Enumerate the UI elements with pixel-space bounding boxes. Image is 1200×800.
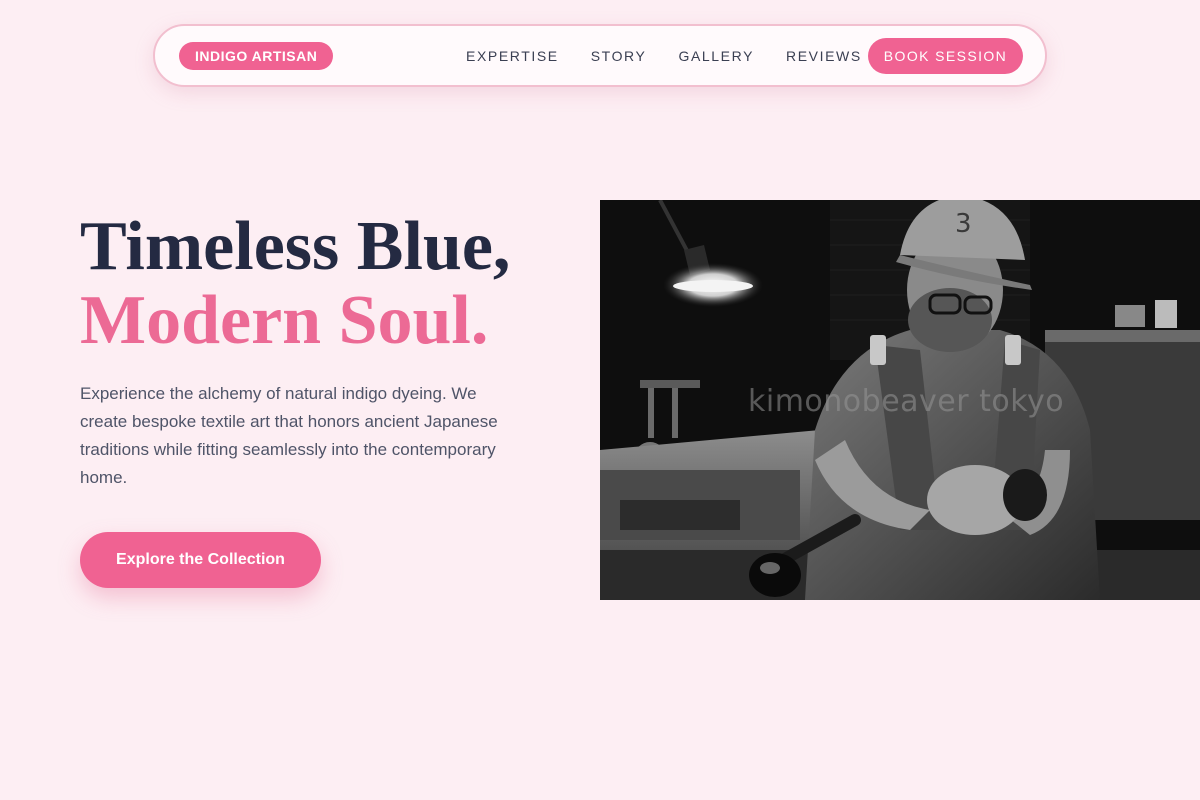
- image-watermark: kimonobeaver tokyo: [748, 384, 1065, 419]
- hero-image-artisan: 3 kimonobeaver tokyo: [600, 200, 1200, 600]
- nav-link-reviews[interactable]: REVIEWS: [786, 48, 862, 64]
- headline-line-2: Modern Soul.: [80, 282, 489, 359]
- top-navigation: INDIGO ARTISAN EXPERTISE STORY GALLERY R…: [153, 24, 1047, 87]
- book-session-button[interactable]: BOOK SESSION: [868, 38, 1023, 74]
- headline-line-1: Timeless Blue,: [80, 208, 511, 285]
- nav-links: EXPERTISE STORY GALLERY REVIEWS: [466, 26, 894, 85]
- explore-collection-button[interactable]: Explore the Collection: [80, 532, 321, 588]
- nav-link-story[interactable]: STORY: [591, 48, 647, 64]
- nav-link-gallery[interactable]: GALLERY: [678, 48, 754, 64]
- nav-link-expertise[interactable]: EXPERTISE: [466, 48, 559, 64]
- brand-logo[interactable]: INDIGO ARTISAN: [179, 42, 334, 70]
- hero-headline: Timeless Blue, Modern Soul.: [80, 210, 510, 358]
- landing-page: INDIGO ARTISAN EXPERTISE STORY GALLERY R…: [0, 0, 1200, 800]
- hero-description: Experience the alchemy of natural indigo…: [80, 384, 498, 487]
- svg-text:3: 3: [955, 209, 972, 239]
